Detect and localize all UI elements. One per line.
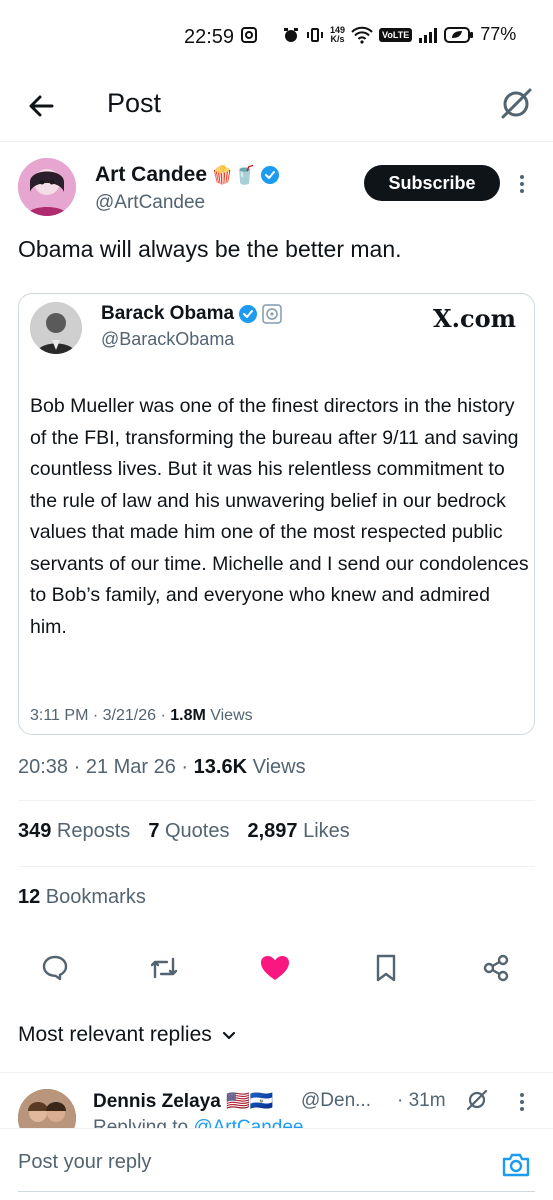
like-heart-icon[interactable] — [253, 946, 297, 990]
author-handle[interactable]: @ArtCandee — [95, 192, 205, 214]
author-emojis: 🍿🥤 — [211, 164, 256, 185]
quoted-post-views-count: 1.8M — [170, 707, 206, 724]
bookmark-icon[interactable] — [364, 946, 408, 990]
quoted-author-handle[interactable]: @BarackObama — [101, 329, 234, 350]
reply-author-handle[interactable]: @Den... — [301, 1090, 371, 1112]
replying-to-prefix: Replying to — [93, 1117, 194, 1128]
top-app-bar: Post — [0, 72, 553, 142]
action-bar — [0, 946, 553, 990]
post-views-count: 13.6K — [193, 756, 248, 778]
wifi-icon — [351, 26, 373, 44]
bookmarks-count: 12 — [18, 886, 41, 908]
x-com-logo: X.com — [433, 304, 516, 333]
reply-author-name-text[interactable]: Dennis Zelaya — [93, 1091, 221, 1112]
network-speed: 149 K/s — [330, 25, 345, 44]
repost-icon[interactable] — [142, 946, 186, 990]
likes-stat[interactable]: 2,897 Likes — [247, 820, 349, 843]
quoted-post[interactable]: Barack Obama @BarackObama X.com Bob Muel… — [18, 293, 535, 735]
status-bar: 22:59 149 K/s VoLTE 77% — [0, 0, 553, 72]
likes-count: 2,897 — [247, 820, 298, 842]
speed-unit: K/s — [330, 33, 345, 44]
vibrate-icon — [306, 26, 324, 44]
reposts-stat[interactable]: 349 Reposts — [18, 820, 130, 843]
bookmarks-stat[interactable]: 12 Bookmarks — [18, 886, 146, 909]
post-stats: 349 Reposts 7 Quotes 2,897 Likes — [18, 820, 350, 843]
post-meta: 20:38 · 21 Mar 26 · 13.6K Views — [18, 756, 306, 779]
status-icons: 149 K/s VoLTE 77% — [240, 24, 516, 45]
reply-item[interactable]: Dennis Zelaya 🇺🇸🇸🇻 @Den... · 31m Replyin… — [0, 1072, 553, 1128]
quotes-stat[interactable]: 7 Quotes — [148, 820, 229, 843]
reposts-label: Reposts — [51, 820, 131, 842]
chevron-down-icon — [220, 1026, 238, 1044]
verified-badge-icon — [260, 165, 280, 185]
author-avatar[interactable] — [18, 158, 76, 216]
battery-percent: 77% — [480, 24, 517, 44]
quotes-label: Quotes — [159, 820, 230, 842]
screenshot-icon — [240, 26, 258, 44]
signal-icon — [418, 27, 438, 43]
reply-author-avatar[interactable] — [18, 1089, 76, 1128]
replying-to-handle[interactable]: @ArtCandee — [193, 1117, 303, 1128]
replies-sort-label: Most relevant replies — [18, 1023, 212, 1046]
reply-icon[interactable] — [33, 946, 77, 990]
status-time: 22:59 — [184, 26, 235, 48]
reply-input-underline — [18, 1191, 535, 1192]
reply-author-flags: 🇺🇸🇸🇻 — [226, 1091, 274, 1112]
quoted-author-name[interactable]: Barack Obama — [101, 303, 282, 325]
battery-icon — [444, 26, 474, 44]
quoted-author-avatar[interactable] — [30, 302, 82, 354]
quoted-post-text: Bob Mueller was one of the finest direct… — [30, 395, 529, 638]
reply-replying-to: Replying to @ArtCandee — [93, 1117, 303, 1128]
quoted-post-views-label: Views — [205, 707, 253, 724]
share-icon[interactable] — [474, 946, 518, 990]
back-arrow-icon[interactable] — [22, 86, 62, 126]
volte-badge: VoLTE — [379, 27, 413, 42]
post-time: 20:38 · 21 Mar 26 · — [18, 756, 194, 778]
likes-label: Likes — [297, 820, 350, 842]
replies-sort-dropdown[interactable]: Most relevant replies — [18, 1023, 238, 1047]
government-seal-icon — [262, 304, 282, 324]
verified-badge-icon — [238, 304, 258, 324]
grok-icon[interactable] — [496, 84, 536, 124]
divider — [18, 866, 535, 867]
reply-composer — [0, 1128, 553, 1200]
divider — [18, 800, 535, 801]
reply-more-options-icon[interactable] — [516, 1091, 528, 1113]
camera-icon[interactable] — [500, 1149, 532, 1181]
reply-time: · 31m — [397, 1090, 446, 1111]
quoted-post-meta: 3:11 PM · 3/21/26 · 1.8M Views — [30, 707, 253, 725]
more-options-icon[interactable] — [515, 172, 529, 196]
post-text: Obama will always be the better man. — [18, 236, 402, 262]
quoted-post-time: 3:11 PM · 3/21/26 · — [30, 707, 171, 724]
reply-author-name[interactable]: Dennis Zelaya 🇺🇸🇸🇻 — [93, 1089, 273, 1113]
grok-icon[interactable] — [464, 1087, 490, 1113]
quoted-author-name-text[interactable]: Barack Obama — [101, 303, 234, 325]
post-views-label: Views — [247, 756, 306, 778]
page-title: Post — [107, 88, 162, 118]
quotes-count: 7 — [148, 820, 160, 842]
alarm-icon — [282, 26, 300, 44]
subscribe-button[interactable]: Subscribe — [364, 165, 500, 201]
author-name[interactable]: Art Candee 🍿🥤 — [95, 163, 280, 187]
bookmarks-label: Bookmarks — [40, 886, 146, 908]
reply-input[interactable] — [18, 1151, 478, 1174]
reposts-count: 349 — [18, 820, 52, 842]
author-name-text[interactable]: Art Candee — [95, 163, 207, 187]
